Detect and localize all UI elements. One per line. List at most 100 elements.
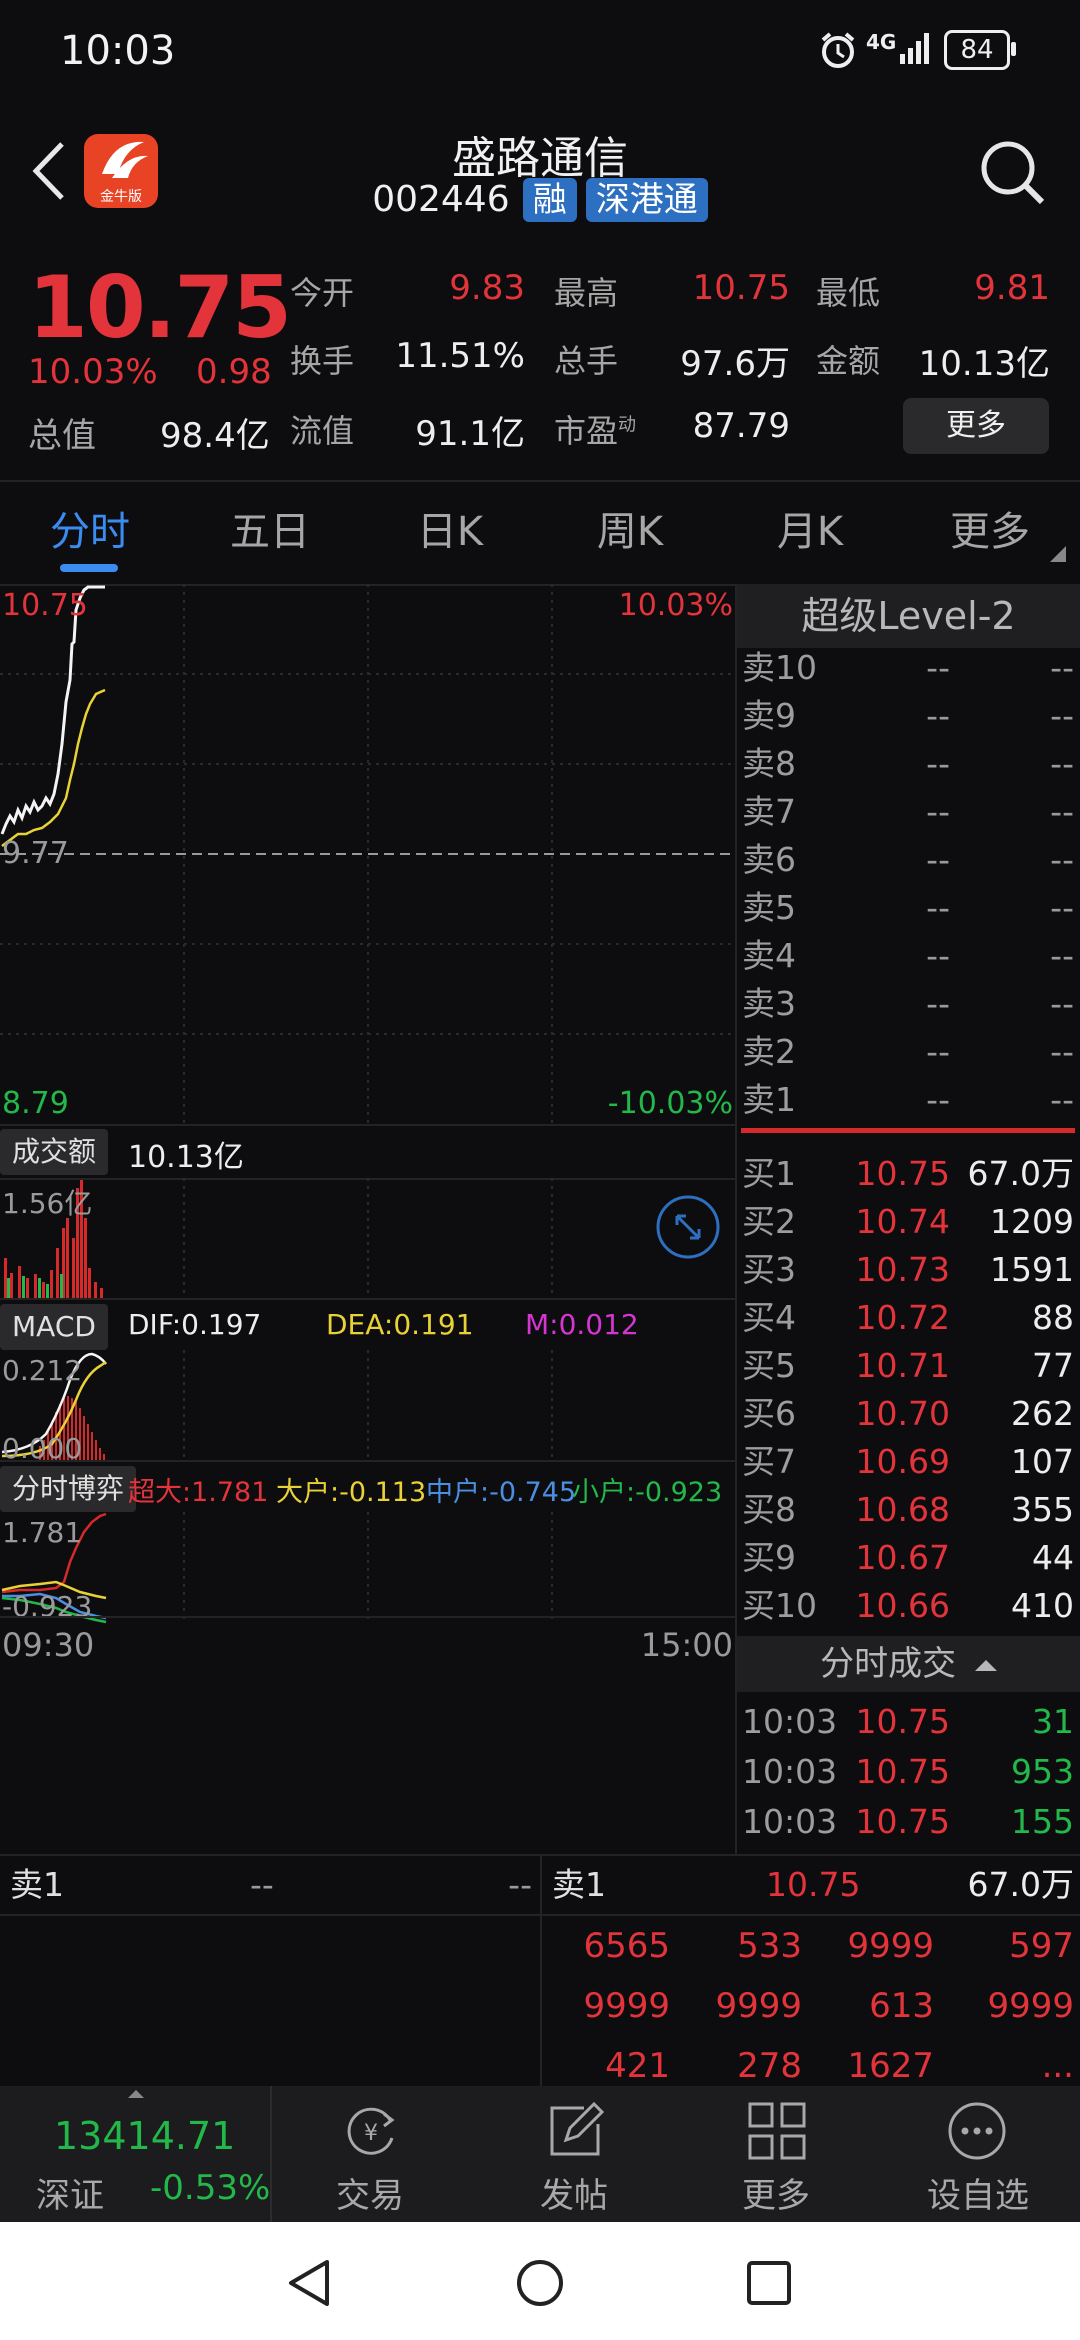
sell-qty: -- (1050, 888, 1074, 927)
flow-section-label[interactable]: 分时博弈 (0, 1466, 137, 1512)
nav-more-label: 更多 (742, 2176, 810, 2216)
more-button[interactable]: 更多 (903, 398, 1049, 454)
nav-more[interactable]: 更多 (676, 2086, 876, 2222)
sell-label: 卖7 (742, 792, 796, 831)
tab-weekly[interactable]: 周K (560, 482, 700, 584)
back-icon[interactable] (28, 140, 68, 206)
search-icon[interactable] (978, 138, 1048, 212)
grid-icon (746, 2100, 808, 2171)
logo-text: 金牛版 (100, 189, 142, 205)
volume-section-label[interactable]: 成交额 (0, 1129, 109, 1175)
buy-label: 买5 (742, 1346, 796, 1385)
sell-price: -- (926, 696, 950, 735)
sell-qty: -- (1050, 1080, 1074, 1119)
flow-big: 大户:-0.113 (276, 1477, 427, 1508)
macd-section-label[interactable]: MACD (0, 1304, 108, 1350)
active-tab-indicator (60, 564, 118, 572)
sell-price: -- (926, 792, 950, 831)
sell-label: 卖10 (742, 648, 817, 687)
sell-row: 卖8 -- -- (737, 740, 1080, 788)
tab-daily[interactable]: 日K (380, 482, 520, 584)
nav-trade[interactable]: ¥ 交易 (270, 2086, 470, 2222)
pct-low-label: -10.03% (607, 1086, 733, 1121)
volume-max-label: 1.56亿 (2, 1187, 93, 1220)
volume-header: 成交额 10.13亿 (0, 1124, 735, 1180)
sell-label: 卖4 (742, 936, 796, 975)
index-name: 深证 (36, 2176, 104, 2216)
quote-panel: 10.75 10.03% 0.98 总值 98.4亿 今开 9.83 最高 10… (0, 250, 1080, 478)
pe-label: 市盈动 (554, 406, 636, 452)
buy-price: 10.69 (855, 1442, 950, 1481)
tick-price: 10.75 (855, 1702, 950, 1741)
buy-row: 买6 10.70 262 (737, 1390, 1080, 1438)
back-triangle-icon[interactable] (285, 2258, 333, 2312)
flow-max-label: 1.781 (2, 1516, 83, 1549)
battery-level: 84 (960, 35, 994, 65)
pct-high-label: 10.03% (618, 588, 733, 623)
buy-label: 买4 (742, 1298, 796, 1337)
home-circle-icon[interactable] (515, 2258, 565, 2312)
float-cap-label: 流值 (290, 412, 355, 450)
sell-price: -- (926, 888, 950, 927)
queue-right-price: 10.75 (766, 1865, 861, 1904)
macd-max-label: 0.212 (2, 1354, 83, 1387)
buy-price: 10.75 (855, 1154, 950, 1193)
spread-divider (741, 1128, 1075, 1133)
high-label: 最高 (554, 274, 619, 312)
sell-label: 卖1 (742, 1080, 796, 1119)
sell-price: -- (926, 984, 950, 1023)
time-end: 15:00 (640, 1626, 733, 1664)
turnover-label: 换手 (290, 342, 355, 380)
sell-qty: -- (1050, 792, 1074, 831)
expand-icon[interactable] (655, 1194, 721, 1264)
buy-row: 买5 10.71 77 (737, 1342, 1080, 1390)
buy-label: 买9 (742, 1538, 796, 1577)
tick-row: 10:03 10.75 155 (737, 1798, 1080, 1846)
tick-row: 10:03 10.75 31 (737, 1698, 1080, 1746)
queue-cell: ... (1041, 2046, 1074, 2086)
buy-price: 10.66 (855, 1586, 950, 1625)
flow-mid: 中户:-0.745 (426, 1477, 577, 1508)
index-ticker[interactable]: 13414.71 深证 -0.53% (0, 2086, 272, 2222)
buy-price: 10.73 (855, 1250, 950, 1289)
signal-icon (898, 30, 934, 70)
intraday-chart[interactable]: 10.75 9.77 8.79 10.03% -10.03% 成交额 10.13… (0, 584, 735, 1854)
ticks-title[interactable]: 分时成交 (737, 1636, 1080, 1692)
level2-title[interactable]: 超级Level-2 (737, 584, 1080, 648)
sell-qty: -- (1050, 984, 1074, 1023)
tab-monthly[interactable]: 月K (740, 482, 880, 584)
order-queue: 卖1 -- -- 卖1 10.75 67.0万 6565 533 9999 59… (0, 1854, 1080, 2088)
buy-price: 10.74 (855, 1202, 950, 1241)
sell-row: 卖4 -- -- (737, 932, 1080, 980)
queue-cell: 6565 (583, 1926, 670, 1966)
recents-square-icon[interactable] (746, 2260, 792, 2310)
sell-price: -- (926, 936, 950, 975)
queue-cell: 533 (737, 1926, 802, 1966)
macd-dea: DEA:0.191 (326, 1308, 474, 1341)
sell-row: 卖10 -- -- (737, 644, 1080, 692)
nav-post-label: 发帖 (540, 2176, 608, 2216)
buy-row: 买1 10.75 67.0万 (737, 1150, 1080, 1198)
tab-more[interactable]: 更多 (920, 482, 1060, 584)
nav-post[interactable]: 发帖 (474, 2086, 674, 2222)
amount-value: 10.13亿 (918, 344, 1050, 384)
queue-right-label: 卖1 (552, 1865, 606, 1904)
sell-qty: -- (1050, 696, 1074, 735)
volume-chart (4, 1178, 553, 1298)
sell-qty: -- (1050, 936, 1074, 975)
queue-right-qty: 67.0万 (967, 1865, 1074, 1904)
buy-row: 买2 10.74 1209 (737, 1198, 1080, 1246)
high-value: 10.75 (692, 268, 790, 308)
sell-price: -- (926, 1032, 950, 1071)
alarm-icon (818, 30, 858, 74)
queue-cell: 1627 (847, 2046, 934, 2086)
macd-header: MACD DIF:0.197 DEA:0.191 M:0.012 (0, 1298, 735, 1352)
status-time: 10:03 (60, 28, 176, 74)
volume-amount: 10.13亿 (128, 1140, 244, 1175)
tab-five-day[interactable]: 五日 (200, 482, 340, 584)
queue-cell: 278 (737, 2046, 802, 2086)
queue-grid: 6565 533 9999 597 9999 9999 613 9999 421… (542, 1916, 1080, 2088)
battery-icon: 84 (944, 30, 1010, 70)
nav-add-watchlist[interactable]: 设自选 (878, 2086, 1078, 2222)
svg-text:¥: ¥ (364, 2121, 378, 2146)
